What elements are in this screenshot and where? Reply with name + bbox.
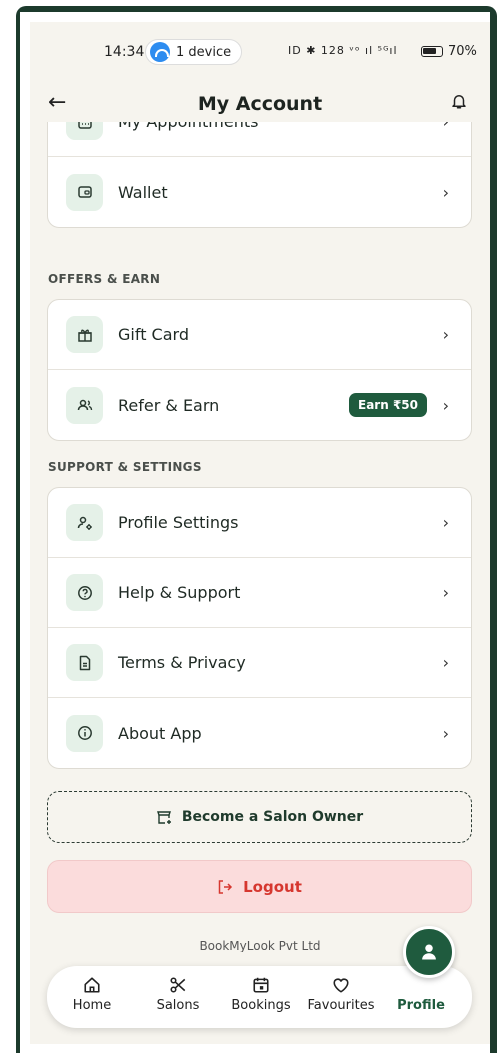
chevron-right-icon: › (442, 182, 449, 202)
users-icon (66, 386, 103, 424)
become-salon-owner-button[interactable]: Become a Salon Owner (47, 791, 472, 843)
chevron-right-icon: › (442, 653, 449, 672)
menu-item-refer-earn[interactable]: Refer & Earn Earn ₹50 › (48, 370, 471, 440)
scissors-icon (170, 977, 186, 993)
nav-bookings[interactable]: Bookings (221, 974, 301, 1013)
app-bar: ← My Account (30, 84, 490, 126)
support-card: Profile Settings › Help & Support › Term… (47, 487, 472, 769)
bottom-nav: Home Salons Bookings Favourites Profile (47, 966, 472, 1028)
menu-item-label: Profile Settings (118, 513, 239, 532)
menu-item-label: Help & Support (118, 583, 241, 602)
battery-percent: 70% (448, 44, 477, 59)
home-icon (84, 977, 100, 993)
menu-item-appointments[interactable]: My Appointments › (48, 122, 471, 157)
calendar-icon (66, 122, 103, 140)
menu-item-label: My Appointments (118, 122, 258, 131)
device-pill-label: 1 device (176, 44, 232, 60)
hotspot-icon (150, 42, 170, 62)
nav-profile[interactable]: Profile (381, 998, 461, 1013)
chevron-right-icon: › (442, 395, 449, 415)
earn-badge: Earn ₹50 (349, 393, 427, 417)
user-settings-icon (66, 504, 103, 541)
info-icon (66, 714, 103, 752)
status-bar: 14:34 1 device ID ✱ 128 ᵛᵒ ıl ⁵ᴳıl 70% (30, 22, 490, 72)
menu-item-label: Gift Card (118, 325, 189, 344)
menu-item-label: Wallet (118, 182, 168, 202)
nav-home[interactable]: Home (52, 974, 132, 1013)
bell-icon[interactable] (450, 92, 468, 110)
section-title-support: SUPPORT & SETTINGS (48, 460, 202, 474)
battery-icon (421, 46, 443, 57)
nav-label: Bookings (231, 998, 291, 1013)
store-add-icon (156, 811, 171, 824)
menu-item-about-app[interactable]: About App › (48, 698, 471, 768)
chevron-right-icon: › (442, 325, 449, 344)
chevron-right-icon: › (442, 583, 449, 602)
section-title-offers: OFFERS & EARN (48, 272, 161, 286)
chevron-right-icon: › (442, 513, 449, 532)
heart-icon (333, 978, 349, 993)
logout-icon (218, 879, 233, 894)
page-title: My Account (197, 93, 323, 115)
help-icon (66, 574, 103, 611)
offers-card: Gift Card › Refer & Earn Earn ₹50 › (47, 299, 472, 441)
account-menu[interactable]: My Appointments › Wallet › OFFERS & EARN… (30, 122, 490, 952)
gift-icon (66, 316, 103, 353)
become-salon-owner-label: Become a Salon Owner (181, 809, 364, 825)
logout-label: Logout (243, 877, 302, 896)
status-time: 14:34 (104, 44, 145, 60)
calendar-icon (253, 977, 269, 993)
app-screen: 14:34 1 device ID ✱ 128 ᵛᵒ ıl ⁵ᴳıl 70% ←… (30, 22, 490, 1044)
nav-label: Salons (156, 998, 200, 1013)
nav-salons[interactable]: Salons (138, 974, 218, 1013)
account-card: My Appointments › Wallet › (47, 122, 472, 228)
chevron-right-icon: › (443, 122, 449, 131)
menu-item-profile-settings[interactable]: Profile Settings › (48, 488, 471, 558)
menu-item-help-support[interactable]: Help & Support › (48, 558, 471, 628)
person-icon (422, 944, 436, 960)
menu-item-wallet[interactable]: Wallet › (48, 157, 471, 227)
profile-fab[interactable] (403, 926, 455, 978)
device-pill[interactable]: 1 device (145, 39, 243, 65)
menu-item-terms-privacy[interactable]: Terms & Privacy › (48, 628, 471, 698)
nav-label: Profile (397, 998, 445, 1013)
menu-item-gift-card[interactable]: Gift Card › (48, 300, 471, 370)
nav-favourites[interactable]: Favourites (301, 974, 381, 1013)
menu-item-label: Terms & Privacy (118, 653, 246, 672)
nav-label: Favourites (307, 998, 375, 1013)
chevron-right-icon: › (442, 723, 449, 743)
wallet-icon (66, 173, 103, 211)
document-icon (66, 644, 103, 681)
menu-item-label: Refer & Earn (118, 395, 220, 415)
status-icons: ID ✱ 128 ᵛᵒ ıl ⁵ᴳıl (288, 44, 398, 57)
logout-button[interactable]: Logout (47, 860, 472, 913)
menu-item-label: About App (118, 723, 202, 743)
nav-label: Home (72, 998, 112, 1013)
